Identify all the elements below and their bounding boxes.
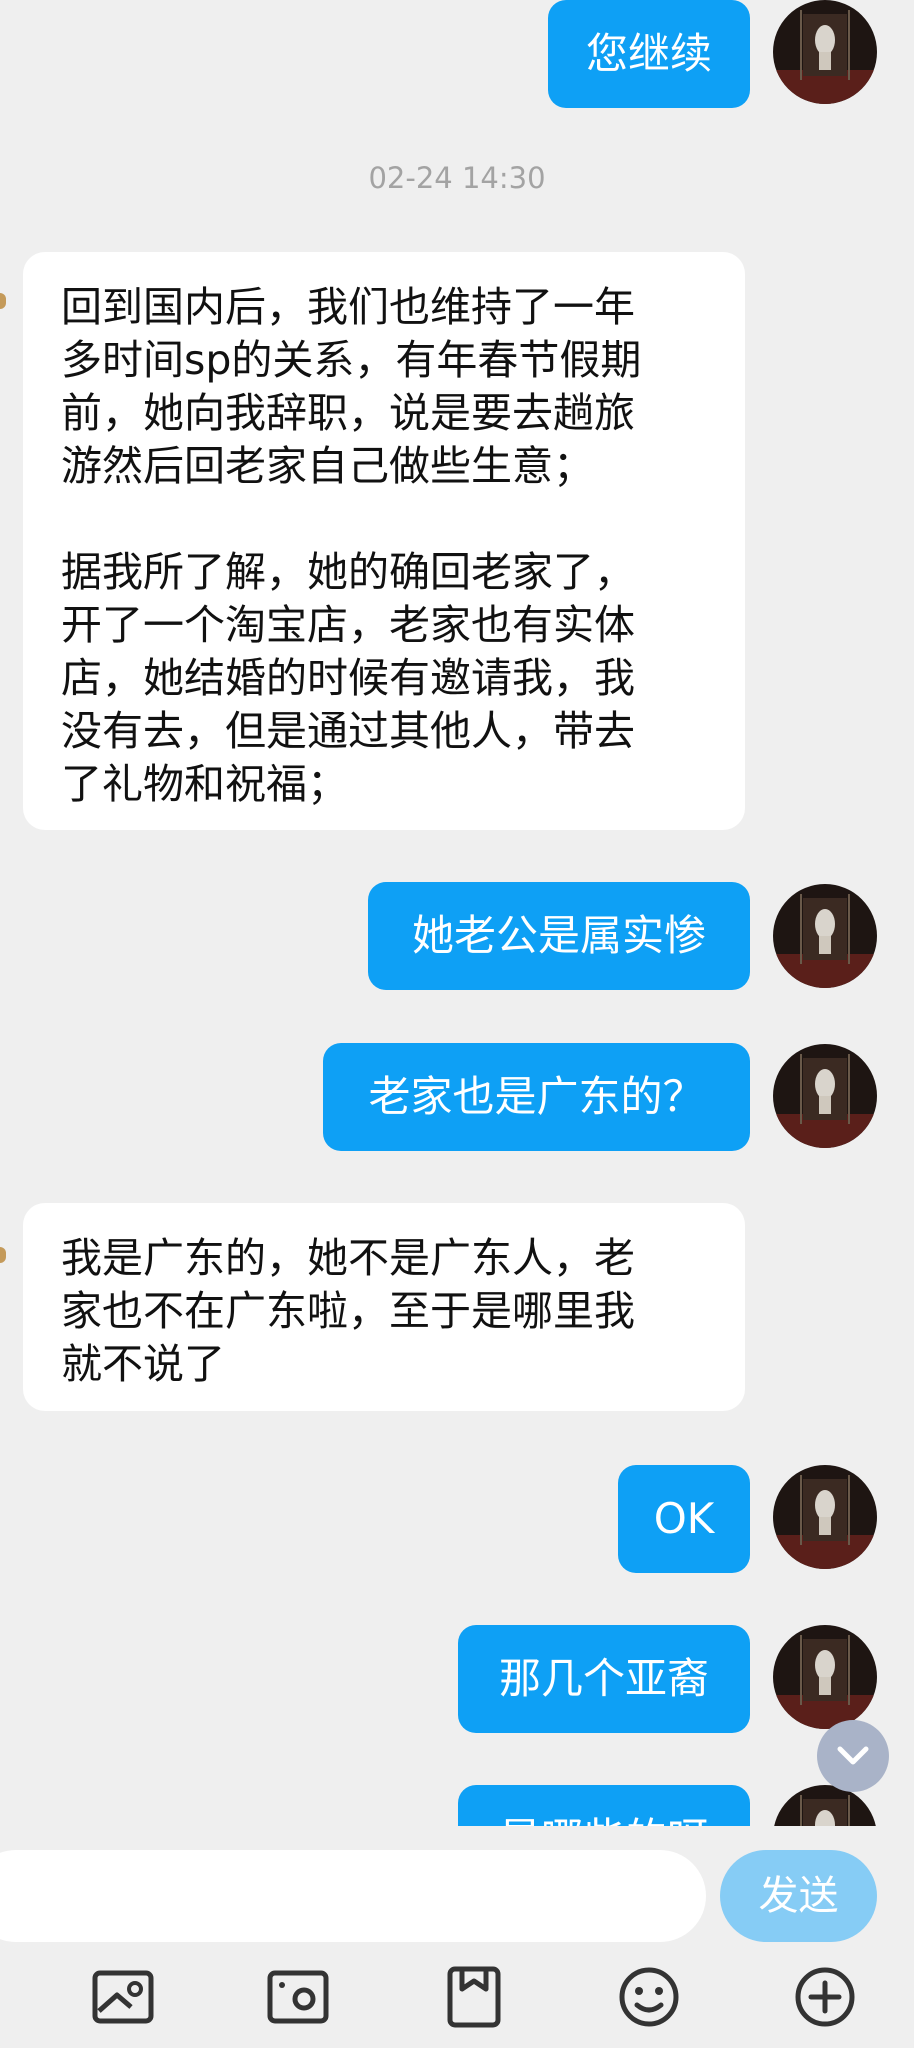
partner-avatar-edge	[0, 1247, 6, 1263]
more-button[interactable]	[790, 1962, 860, 2032]
camera-icon	[267, 1970, 329, 2024]
input-toolbar	[0, 1946, 914, 2048]
scroll-to-bottom-button[interactable]	[817, 1720, 889, 1792]
message-paragraph: 回到国内后，我们也维持了一年 多时间sp的关系，有年春节假期 前，她向我辞职，说…	[61, 283, 642, 490]
message-bubble-out[interactable]: 是哪些的呀	[458, 1785, 750, 1826]
avatar[interactable]	[773, 1044, 877, 1148]
message-bubble-out[interactable]: 老家也是广东的？	[323, 1043, 750, 1151]
message-bubble-out[interactable]: OK	[618, 1465, 750, 1573]
file-button[interactable]	[439, 1962, 509, 2032]
emoji-icon	[619, 1967, 679, 2027]
avatar[interactable]	[773, 1465, 877, 1569]
message-bubble-out[interactable]: 您继续	[548, 0, 750, 108]
input-bar: 发送	[0, 1826, 914, 1946]
image-button[interactable]	[88, 1962, 158, 2032]
message-bubble-in[interactable]: 我是广东的，她不是广东人，老 家也不在广东啦，至于是哪里我 就不说了	[23, 1203, 745, 1411]
plus-icon	[795, 1967, 855, 2027]
message-paragraph: 我是广东的，她不是广东人，老 家也不在广东啦，至于是哪里我 就不说了	[61, 1234, 635, 1388]
image-icon	[92, 1970, 154, 2024]
partner-avatar-edge	[0, 293, 6, 309]
message-paragraph: 据我所了解，她的确回老家了， 开了一个淘宝店，老家也有实体 店，她结婚的时候有邀…	[61, 548, 635, 808]
message-bubble-out[interactable]: 她老公是属实惨	[368, 882, 750, 990]
send-button[interactable]: 发送	[720, 1850, 877, 1942]
avatar[interactable]	[773, 1785, 877, 1826]
avatar[interactable]	[773, 0, 877, 104]
message-input[interactable]	[0, 1850, 706, 1942]
file-icon	[447, 1966, 501, 2028]
emoji-button[interactable]	[614, 1962, 684, 2032]
message-bubble-in[interactable]: 回到国内后，我们也维持了一年 多时间sp的关系，有年春节假期 前，她向我辞职，说…	[23, 252, 745, 830]
chevron-down-icon	[837, 1746, 869, 1765]
chat-area[interactable]: 您继续 02-24 14:30 回到国内后，我们也维持了一年 多时间sp的关系，…	[0, 0, 914, 1826]
avatar[interactable]	[773, 884, 877, 988]
avatar[interactable]	[773, 1625, 877, 1729]
message-bubble-out[interactable]: 那几个亚裔	[458, 1625, 750, 1733]
message-timestamp: 02-24 14:30	[368, 161, 546, 195]
camera-button[interactable]	[263, 1962, 333, 2032]
